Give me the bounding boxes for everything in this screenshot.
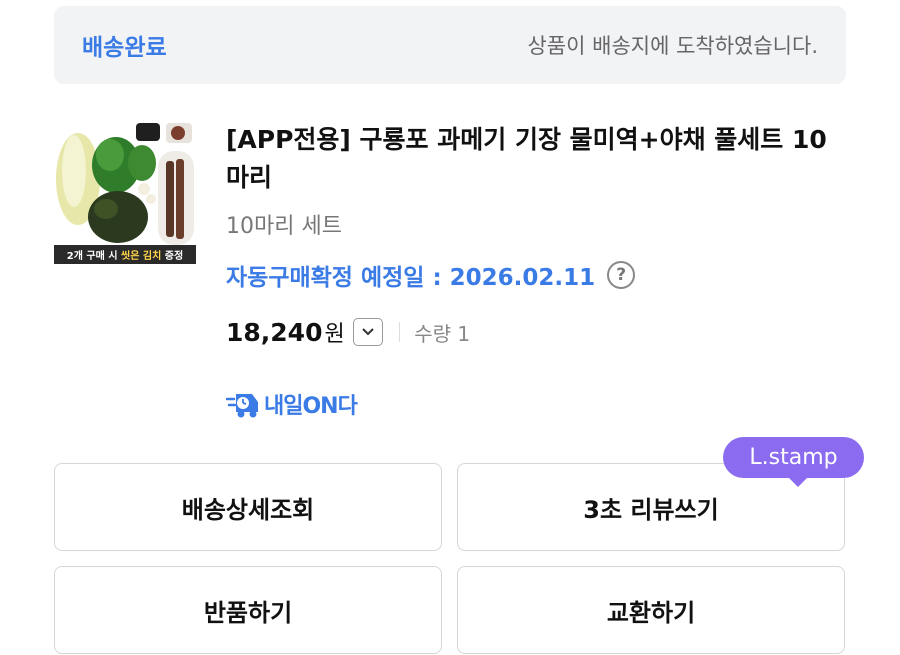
divider [398, 322, 401, 342]
caption-part-1: 2개 구매 시 [67, 249, 121, 262]
price-currency: 원 [324, 322, 345, 347]
delivery-badge: 내일ON다 [226, 388, 358, 420]
exchange-button[interactable]: 교환하기 [457, 566, 845, 654]
delivery-truck-icon [226, 394, 258, 418]
status-description: 상품이 배송지에 도착하였습니다. [527, 34, 818, 58]
caption-part-3: 증정 [161, 249, 183, 262]
return-button[interactable]: 반품하기 [54, 566, 442, 654]
delivery-label: 내일ON다 [264, 394, 358, 419]
price-row: 18,240 원 수량 1 [226, 316, 470, 348]
auto-confirm-date: 자동구매확정 예정일 : 2026.02.11 [226, 265, 596, 291]
product-photo: 2개 구매 시 씻은 김치 증정 [54, 121, 196, 264]
price-value: 18,240 [226, 317, 323, 347]
product-title[interactable]: [APP전용] 구룡포 과메기 기장 물미역+야채 풀세트 10마리 [226, 121, 846, 197]
product-image[interactable]: 2개 구매 시 씻은 김치 증정 [54, 121, 196, 264]
question-circle-icon[interactable]: ? [607, 261, 636, 289]
status-label: 배송완료 [82, 35, 167, 61]
quantity: 수량 1 [414, 321, 471, 346]
l-stamp-tooltip: L.stamp [723, 437, 864, 478]
image-caption: 2개 구매 시 씻은 김치 증정 [67, 249, 183, 262]
l-stamp-tooltip-tail [788, 477, 808, 487]
price-detail-toggle[interactable] [352, 318, 383, 346]
auto-confirm-row: 자동구매확정 예정일 : 2026.02.11 ? [226, 258, 636, 292]
delivery-tracking-button[interactable]: 배송상세조회 [54, 463, 442, 551]
chevron-down-icon [362, 328, 374, 336]
product-option: 10마리 세트 [226, 214, 342, 239]
caption-part-2: 씻은 김치 [121, 249, 161, 262]
order-status-bar: 배송완료 상품이 배송지에 도착하였습니다. [54, 6, 846, 84]
